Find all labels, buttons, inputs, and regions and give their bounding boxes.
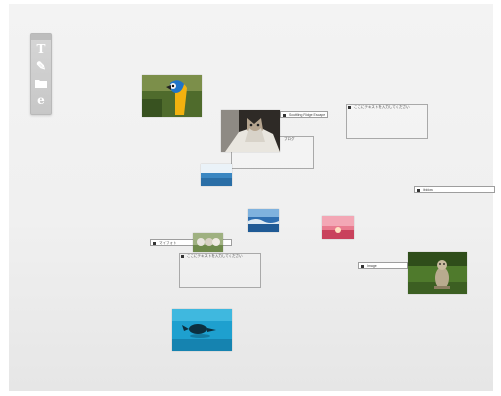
photo-parrot[interactable] bbox=[142, 75, 202, 117]
note-tag-cat[interactable]: Scuttling Ridge Escape bbox=[280, 111, 328, 118]
photo-sunset[interactable] bbox=[322, 216, 354, 239]
text-tool-icon[interactable]: T bbox=[34, 42, 48, 56]
palette-grip[interactable] bbox=[31, 34, 51, 40]
note-title-cat: Scuttling Ridge Escape bbox=[289, 113, 326, 117]
photo-ocean[interactable] bbox=[201, 164, 232, 186]
note-tag-squirrel[interactable]: Image bbox=[358, 262, 408, 269]
bullet-icon bbox=[417, 188, 420, 192]
note-text-far-right: ibidow bbox=[423, 188, 433, 192]
photo-wave[interactable] bbox=[248, 209, 279, 232]
bullet-icon bbox=[153, 241, 156, 245]
note-tag-bottom: ここにテキストを入力してください bbox=[179, 253, 259, 260]
note-sub-cat: ブログ bbox=[284, 137, 295, 141]
photo-cat[interactable] bbox=[221, 110, 280, 152]
bullet-icon bbox=[361, 264, 364, 268]
folder-tool-icon[interactable] bbox=[34, 76, 48, 90]
note-subtag-cat: ブログ bbox=[276, 136, 306, 143]
web-tool-icon[interactable]: e bbox=[34, 93, 48, 107]
note-text-left: マイフォト bbox=[159, 241, 177, 245]
note-tag-topright: ここにテキストを入力してください bbox=[346, 104, 426, 111]
note-text-squirrel: Image bbox=[367, 264, 377, 268]
note-tag-far-right[interactable]: ibidow bbox=[414, 186, 495, 193]
photo-squirrel[interactable] bbox=[408, 252, 467, 294]
tool-palette: T ✎ e bbox=[30, 33, 52, 115]
pencil-tool-icon[interactable]: ✎ bbox=[34, 59, 48, 73]
photo-cats-group[interactable] bbox=[193, 233, 223, 252]
desktop-canvas[interactable] bbox=[9, 4, 493, 391]
bullet-icon bbox=[283, 113, 286, 117]
bullet-icon bbox=[348, 105, 351, 109]
photo-underwater[interactable] bbox=[172, 309, 232, 351]
note-text-topright: ここにテキストを入力してください bbox=[354, 105, 410, 109]
bullet-icon bbox=[181, 254, 184, 258]
note-text-bottom: ここにテキストを入力してください bbox=[187, 254, 243, 258]
